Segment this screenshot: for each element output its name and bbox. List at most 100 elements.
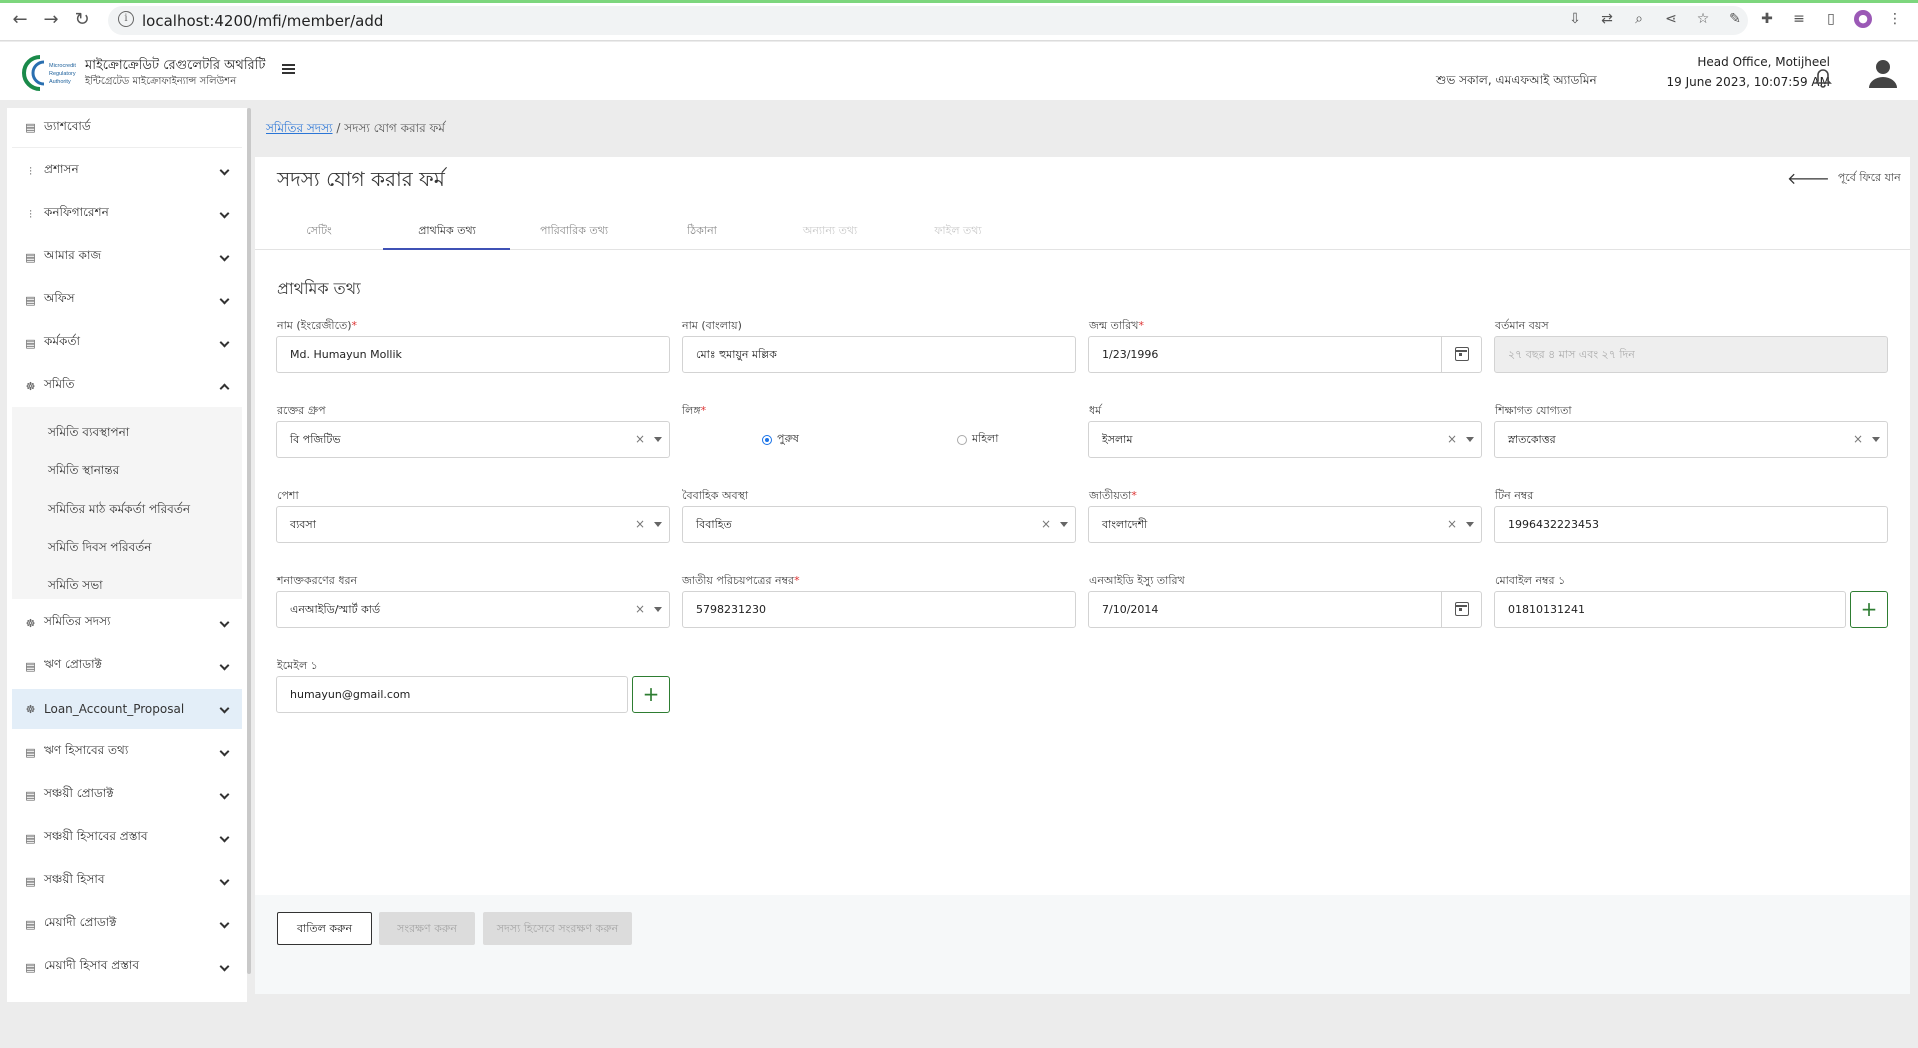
sidebar-item-term-product[interactable]: ▤ মেয়াদী প্রোডাক্ট	[12, 904, 242, 944]
chevron-up-icon	[219, 383, 230, 394]
translate-icon[interactable]: ⇄	[1598, 10, 1616, 28]
sidebar-item-my-work[interactable]: ▤ আমার কাজ	[12, 237, 242, 277]
sidebar-item-loan-account-proposal[interactable]: ☸ Loan_Account_Proposal	[12, 689, 242, 729]
name-en-input[interactable]: Md. Humayun Mollik	[276, 336, 670, 373]
email-input[interactable]: humayun@gmail.com	[276, 676, 628, 713]
gender-radio-male[interactable]: পুরুষ	[762, 430, 799, 449]
sidebar-item-office[interactable]: ▤ অফিস	[12, 280, 242, 320]
cancel-button[interactable]: বাতিল করুন	[277, 912, 372, 945]
notification-bell-icon[interactable]	[1812, 66, 1834, 88]
add-mobile-button[interactable]: +	[1850, 591, 1888, 628]
gender-radio-female[interactable]: মহিলা	[957, 430, 998, 449]
clear-icon[interactable]: ×	[635, 592, 645, 627]
save-as-member-button[interactable]: সদস্য হিসেবে সংরক্ষণ করুন	[483, 912, 632, 945]
site-info-icon[interactable]: i	[118, 11, 134, 27]
sidebar-item-savings-proposal[interactable]: ▤ সঞ্চয়ী হিসাবের প্রস্তাব	[12, 818, 242, 858]
tab-address[interactable]: ঠিকানা	[638, 222, 766, 241]
submenu-samity-meeting[interactable]: সমিতি সভা	[48, 577, 103, 597]
clear-icon[interactable]: ×	[1853, 422, 1863, 457]
marital-status-select[interactable]: বিবাহিত ×	[682, 506, 1076, 543]
sidebar-item-label: মেয়াদী প্রোডাক্ট	[44, 915, 117, 929]
tab-settings[interactable]: সেটিং	[255, 222, 383, 241]
sidebar-item-term-proposal[interactable]: ▤ মেয়াদী হিসাব প্রস্তাব	[12, 947, 242, 987]
chevron-down-icon[interactable]	[654, 607, 662, 612]
group-icon: ☸	[25, 616, 36, 630]
eyedropper-icon[interactable]: ✎	[1726, 10, 1744, 28]
education-select[interactable]: স্নাতকোত্তর ×	[1494, 421, 1888, 458]
radio-empty-icon	[957, 434, 967, 445]
submenu-field-officer-change[interactable]: সমিতির মাঠ কর্মকর্তা পরিবর্তন	[48, 501, 190, 521]
clear-icon[interactable]: ×	[635, 422, 645, 457]
url-text[interactable]: localhost:4200/mfi/member/add	[142, 12, 383, 30]
reload-icon[interactable]: ↻	[70, 10, 94, 30]
tin-input[interactable]: 1996432223453	[1494, 506, 1888, 543]
breadcrumb-link-members[interactable]: সমিতির সদস্য	[266, 121, 333, 135]
sidebar-item-administration[interactable]: ⫶ প্রশাসন	[12, 151, 242, 191]
doc-icon: ▤	[25, 960, 36, 974]
blood-group-select[interactable]: বি পজিটিভ ×	[276, 421, 670, 458]
submenu-samity-day-change[interactable]: সমিতি দিবস পরিবর্তন	[48, 539, 151, 559]
blood-group-label: রক্তের গ্রুপ	[277, 404, 326, 417]
reading-list-icon[interactable]: ≡	[1790, 10, 1808, 28]
sidebar-item-label: কনফিগারেশন	[44, 205, 109, 219]
nid-issue-date-input[interactable]: 7/10/2014	[1088, 591, 1482, 628]
clear-icon[interactable]: ×	[1447, 422, 1457, 457]
hamburger-menu-icon[interactable]	[282, 64, 295, 76]
chevron-down-icon	[219, 832, 230, 843]
chevron-down-icon[interactable]	[1060, 522, 1068, 527]
nationality-select[interactable]: বাংলাদেশী ×	[1088, 506, 1482, 543]
bookmark-star-icon[interactable]: ☆	[1694, 10, 1712, 28]
dob-input[interactable]: 1/23/1996	[1088, 336, 1482, 373]
occupation-value: ব্যবসা	[290, 518, 316, 531]
religion-select[interactable]: ইসলাম ×	[1088, 421, 1482, 458]
clear-icon[interactable]: ×	[1447, 507, 1457, 542]
profile-icon[interactable]: ●	[1854, 10, 1872, 28]
submenu-samity-transfer[interactable]: সমিতি স্থানান্তর	[48, 462, 119, 482]
install-icon[interactable]: ⇩	[1566, 10, 1584, 28]
save-button[interactable]: সংরক্ষণ করুন	[379, 912, 475, 945]
nid-input[interactable]: 5798231230	[682, 591, 1076, 628]
id-type-select[interactable]: এনআইডি/স্মার্ট কার্ড ×	[276, 591, 670, 628]
sidebar-item-configuration[interactable]: ⫶ কনফিগারেশন	[12, 194, 242, 234]
doc-icon: ▤	[25, 745, 36, 759]
tab-other-info[interactable]: অন্যান্য তথ্য	[766, 222, 894, 241]
back-button[interactable]: 🡐 পূর্বে ফিরে যান	[1787, 168, 1901, 188]
sidebar-item-dashboard[interactable]: ▤ ড্যাশবোর্ড	[12, 108, 242, 148]
extensions-icon[interactable]: ✚	[1758, 10, 1776, 28]
submenu-samity-management[interactable]: সমিতি ব্যবস্থাপনা	[48, 424, 129, 444]
chevron-down-icon[interactable]	[654, 437, 662, 442]
sidebar-item-savings-product[interactable]: ▤ সঞ্চয়ী প্রোডাক্ট	[12, 775, 242, 815]
forward-icon[interactable]: →	[39, 10, 63, 30]
sidebar-item-loan-product[interactable]: ▤ ঋণ প্রোডাক্ট	[12, 646, 242, 686]
sidebar-item-savings-account[interactable]: ▤ সঞ্চয়ী হিসাব	[12, 861, 242, 901]
browser-menu-icon[interactable]: ⋮	[1886, 10, 1904, 28]
address-bar[interactable]: i localhost:4200/mfi/member/add	[108, 6, 1748, 35]
back-icon[interactable]: ←	[8, 10, 32, 30]
tab-family-info[interactable]: পারিবারিক তথ্য	[510, 222, 638, 241]
mobile-input[interactable]: 01810131241	[1494, 591, 1846, 628]
sidebar-item-samity[interactable]: ☸ সমিতি	[12, 366, 242, 406]
calendar-icon[interactable]	[1441, 337, 1481, 372]
chevron-down-icon[interactable]	[1466, 522, 1474, 527]
sidebar-scrollbar[interactable]	[247, 108, 251, 974]
tab-file-info[interactable]: ফাইল তথ্য	[894, 222, 1022, 241]
occupation-select[interactable]: ব্যবসা ×	[276, 506, 670, 543]
chevron-down-icon	[219, 703, 230, 714]
clear-icon[interactable]: ×	[1041, 507, 1051, 542]
clear-icon[interactable]: ×	[635, 507, 645, 542]
sidebar-item-officer[interactable]: ▤ কর্মকর্তা	[12, 323, 242, 363]
tab-basic-info[interactable]: প্রাথমিক তথ্য	[383, 222, 511, 241]
add-email-button[interactable]: +	[632, 676, 670, 713]
name-bn-input[interactable]: মোঃ হুমায়ুন মল্লিক	[682, 336, 1076, 373]
chevron-down-icon[interactable]	[654, 522, 662, 527]
chevron-down-icon[interactable]	[1872, 437, 1880, 442]
sidebar-item-samity-members[interactable]: ☸ সমিতির সদস্য	[12, 603, 242, 643]
share-icon[interactable]: ⋖	[1662, 10, 1680, 28]
chevron-down-icon[interactable]	[1466, 437, 1474, 442]
zoom-icon[interactable]: ⌕	[1630, 10, 1648, 28]
side-panel-icon[interactable]: ▯	[1822, 10, 1840, 28]
sidebar-item-loan-account-info[interactable]: ▤ ঋণ হিসাবের তথ্য	[12, 732, 242, 772]
calendar-icon[interactable]	[1441, 592, 1481, 627]
chevron-down-icon	[219, 789, 230, 800]
user-avatar-icon[interactable]	[1866, 56, 1900, 90]
